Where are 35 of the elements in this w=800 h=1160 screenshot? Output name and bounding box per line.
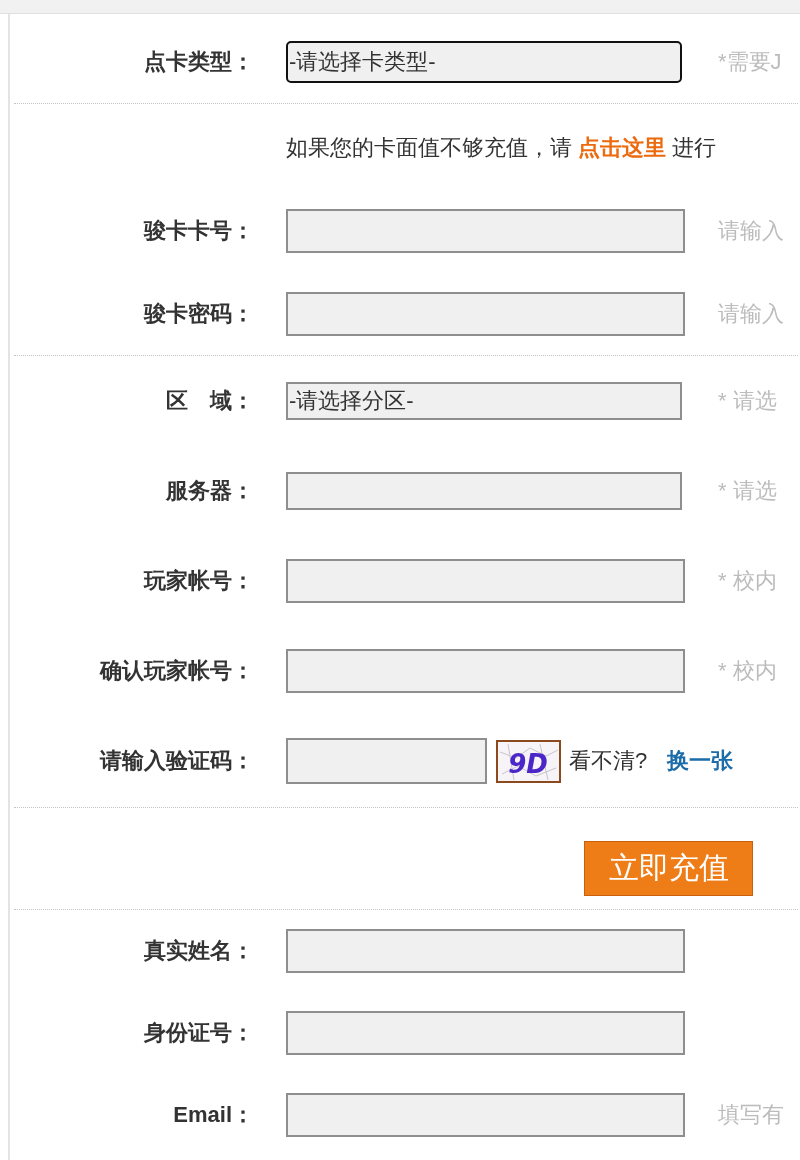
field-label: 确认玩家帐号： [98,657,254,685]
hint-text: 请输入 [718,299,784,328]
hint-text: * 校内 [718,567,777,595]
field-label: 玩家帐号： [142,567,254,595]
captcha-input[interactable] [286,738,487,784]
input-field[interactable] [286,291,685,336]
hint-text: 填写有 [718,1101,784,1129]
click-here-link[interactable]: 点击这里 [578,134,666,160]
input-field[interactable] [286,208,685,253]
field-label: 骏卡卡号： [142,216,254,245]
captcha-hint-text: 看不清? [569,747,648,775]
hint-text: 请输入 [718,216,784,245]
field-label: 点卡类型： [143,48,254,76]
field-label: Email： [172,1101,254,1129]
hint-text: * 请选 [718,477,777,505]
field-label: 身份证号： [143,1019,254,1047]
input-field[interactable] [286,929,685,973]
input-field[interactable] [286,1011,685,1055]
field-label: 服务器： [164,477,254,505]
hint-text: * 请选 [718,387,777,415]
field-label: 区 域： [165,387,254,415]
input-field[interactable] [286,1093,685,1137]
field-label: 真实姓名： [143,937,254,965]
captcha-image: 9D [496,739,561,783]
input-field[interactable] [286,559,685,603]
info-text: 如果您的卡面值不够充值，请 点击这里 进行 [286,133,716,162]
refresh-captcha-link[interactable]: 换一张 [667,746,734,776]
hint-text: * 校内 [718,657,777,685]
select-field[interactable] [286,472,682,510]
input-field[interactable] [286,649,685,693]
select-field[interactable]: -请选择卡类型- [286,41,682,83]
hint-text: *需要J [718,48,782,76]
select-field[interactable]: -请选择分区- [286,382,682,420]
field-label: 请输入验证码： [98,747,254,775]
field-label: 骏卡密码： [142,299,254,328]
